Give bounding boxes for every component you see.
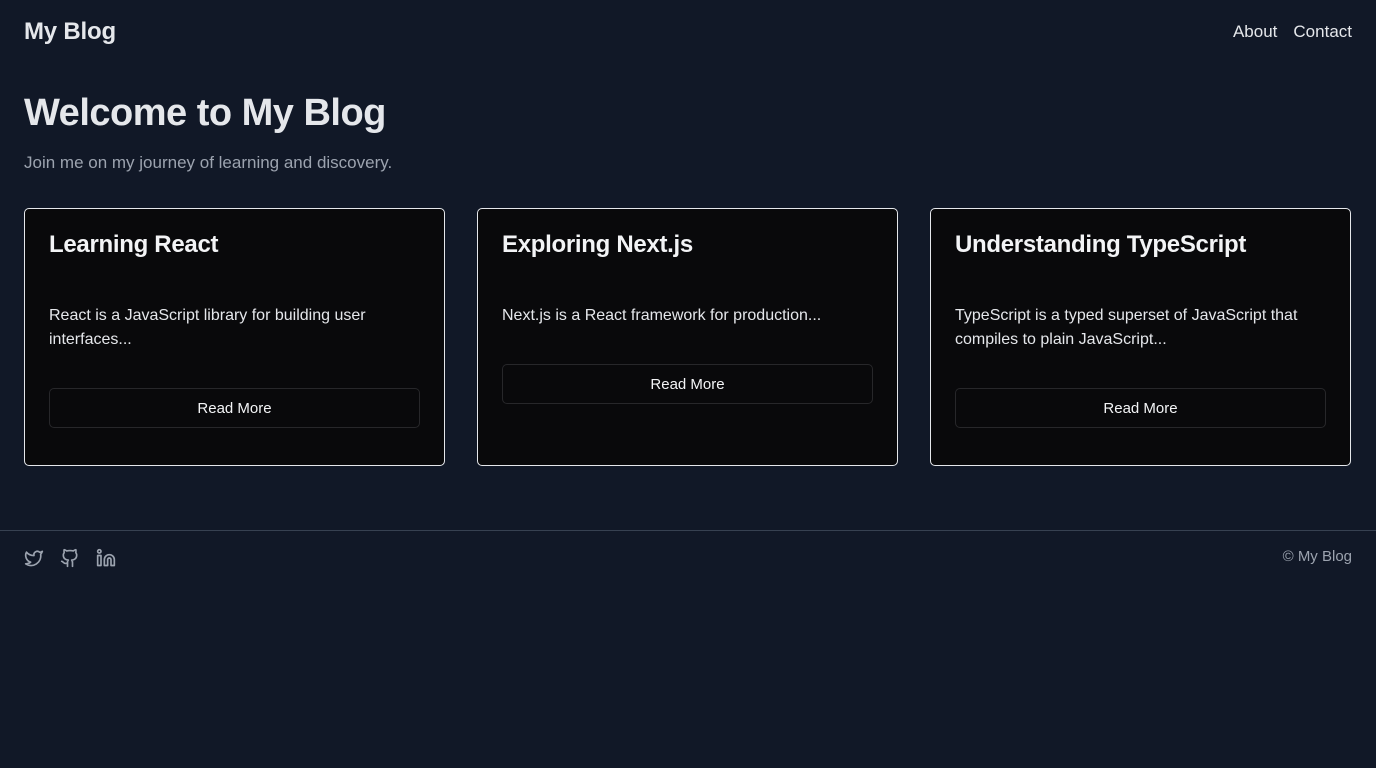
post-excerpt: React is a JavaScript library for buildi…	[49, 307, 366, 348]
copyright-text: © My Blog	[1282, 548, 1352, 565]
nav-link-contact[interactable]: Contact	[1293, 22, 1352, 42]
site-footer: © My Blog	[0, 530, 1376, 584]
read-more-button[interactable]: Read More	[502, 364, 873, 404]
post-excerpt: TypeScript is a typed superset of JavaSc…	[955, 307, 1298, 348]
nav-link-about[interactable]: About	[1233, 22, 1277, 42]
post-excerpt: Next.js is a React framework for product…	[502, 307, 822, 324]
post-card: Learning React React is a JavaScript lib…	[24, 208, 445, 466]
github-icon[interactable]	[60, 548, 80, 568]
site-logo-link[interactable]: My Blog	[24, 18, 116, 46]
post-title: Learning React	[49, 231, 219, 258]
social-links	[24, 548, 116, 568]
main-nav: About Contact	[1233, 22, 1352, 42]
page-title: Welcome to My Blog	[24, 92, 386, 134]
read-more-button[interactable]: Read More	[49, 388, 420, 428]
read-more-button[interactable]: Read More	[955, 388, 1326, 428]
post-card: Understanding TypeScript TypeScript is a…	[930, 208, 1351, 466]
site-header: My Blog About Contact	[24, 14, 1352, 50]
page-subtitle: Join me on my journey of learning and di…	[24, 153, 393, 172]
post-title: Exploring Next.js	[502, 231, 693, 258]
twitter-icon[interactable]	[24, 548, 44, 568]
post-list: Learning React React is a JavaScript lib…	[24, 208, 1352, 466]
post-title: Understanding TypeScript	[955, 231, 1247, 258]
linkedin-icon[interactable]	[96, 548, 116, 568]
post-card: Exploring Next.js Next.js is a React fra…	[477, 208, 898, 466]
